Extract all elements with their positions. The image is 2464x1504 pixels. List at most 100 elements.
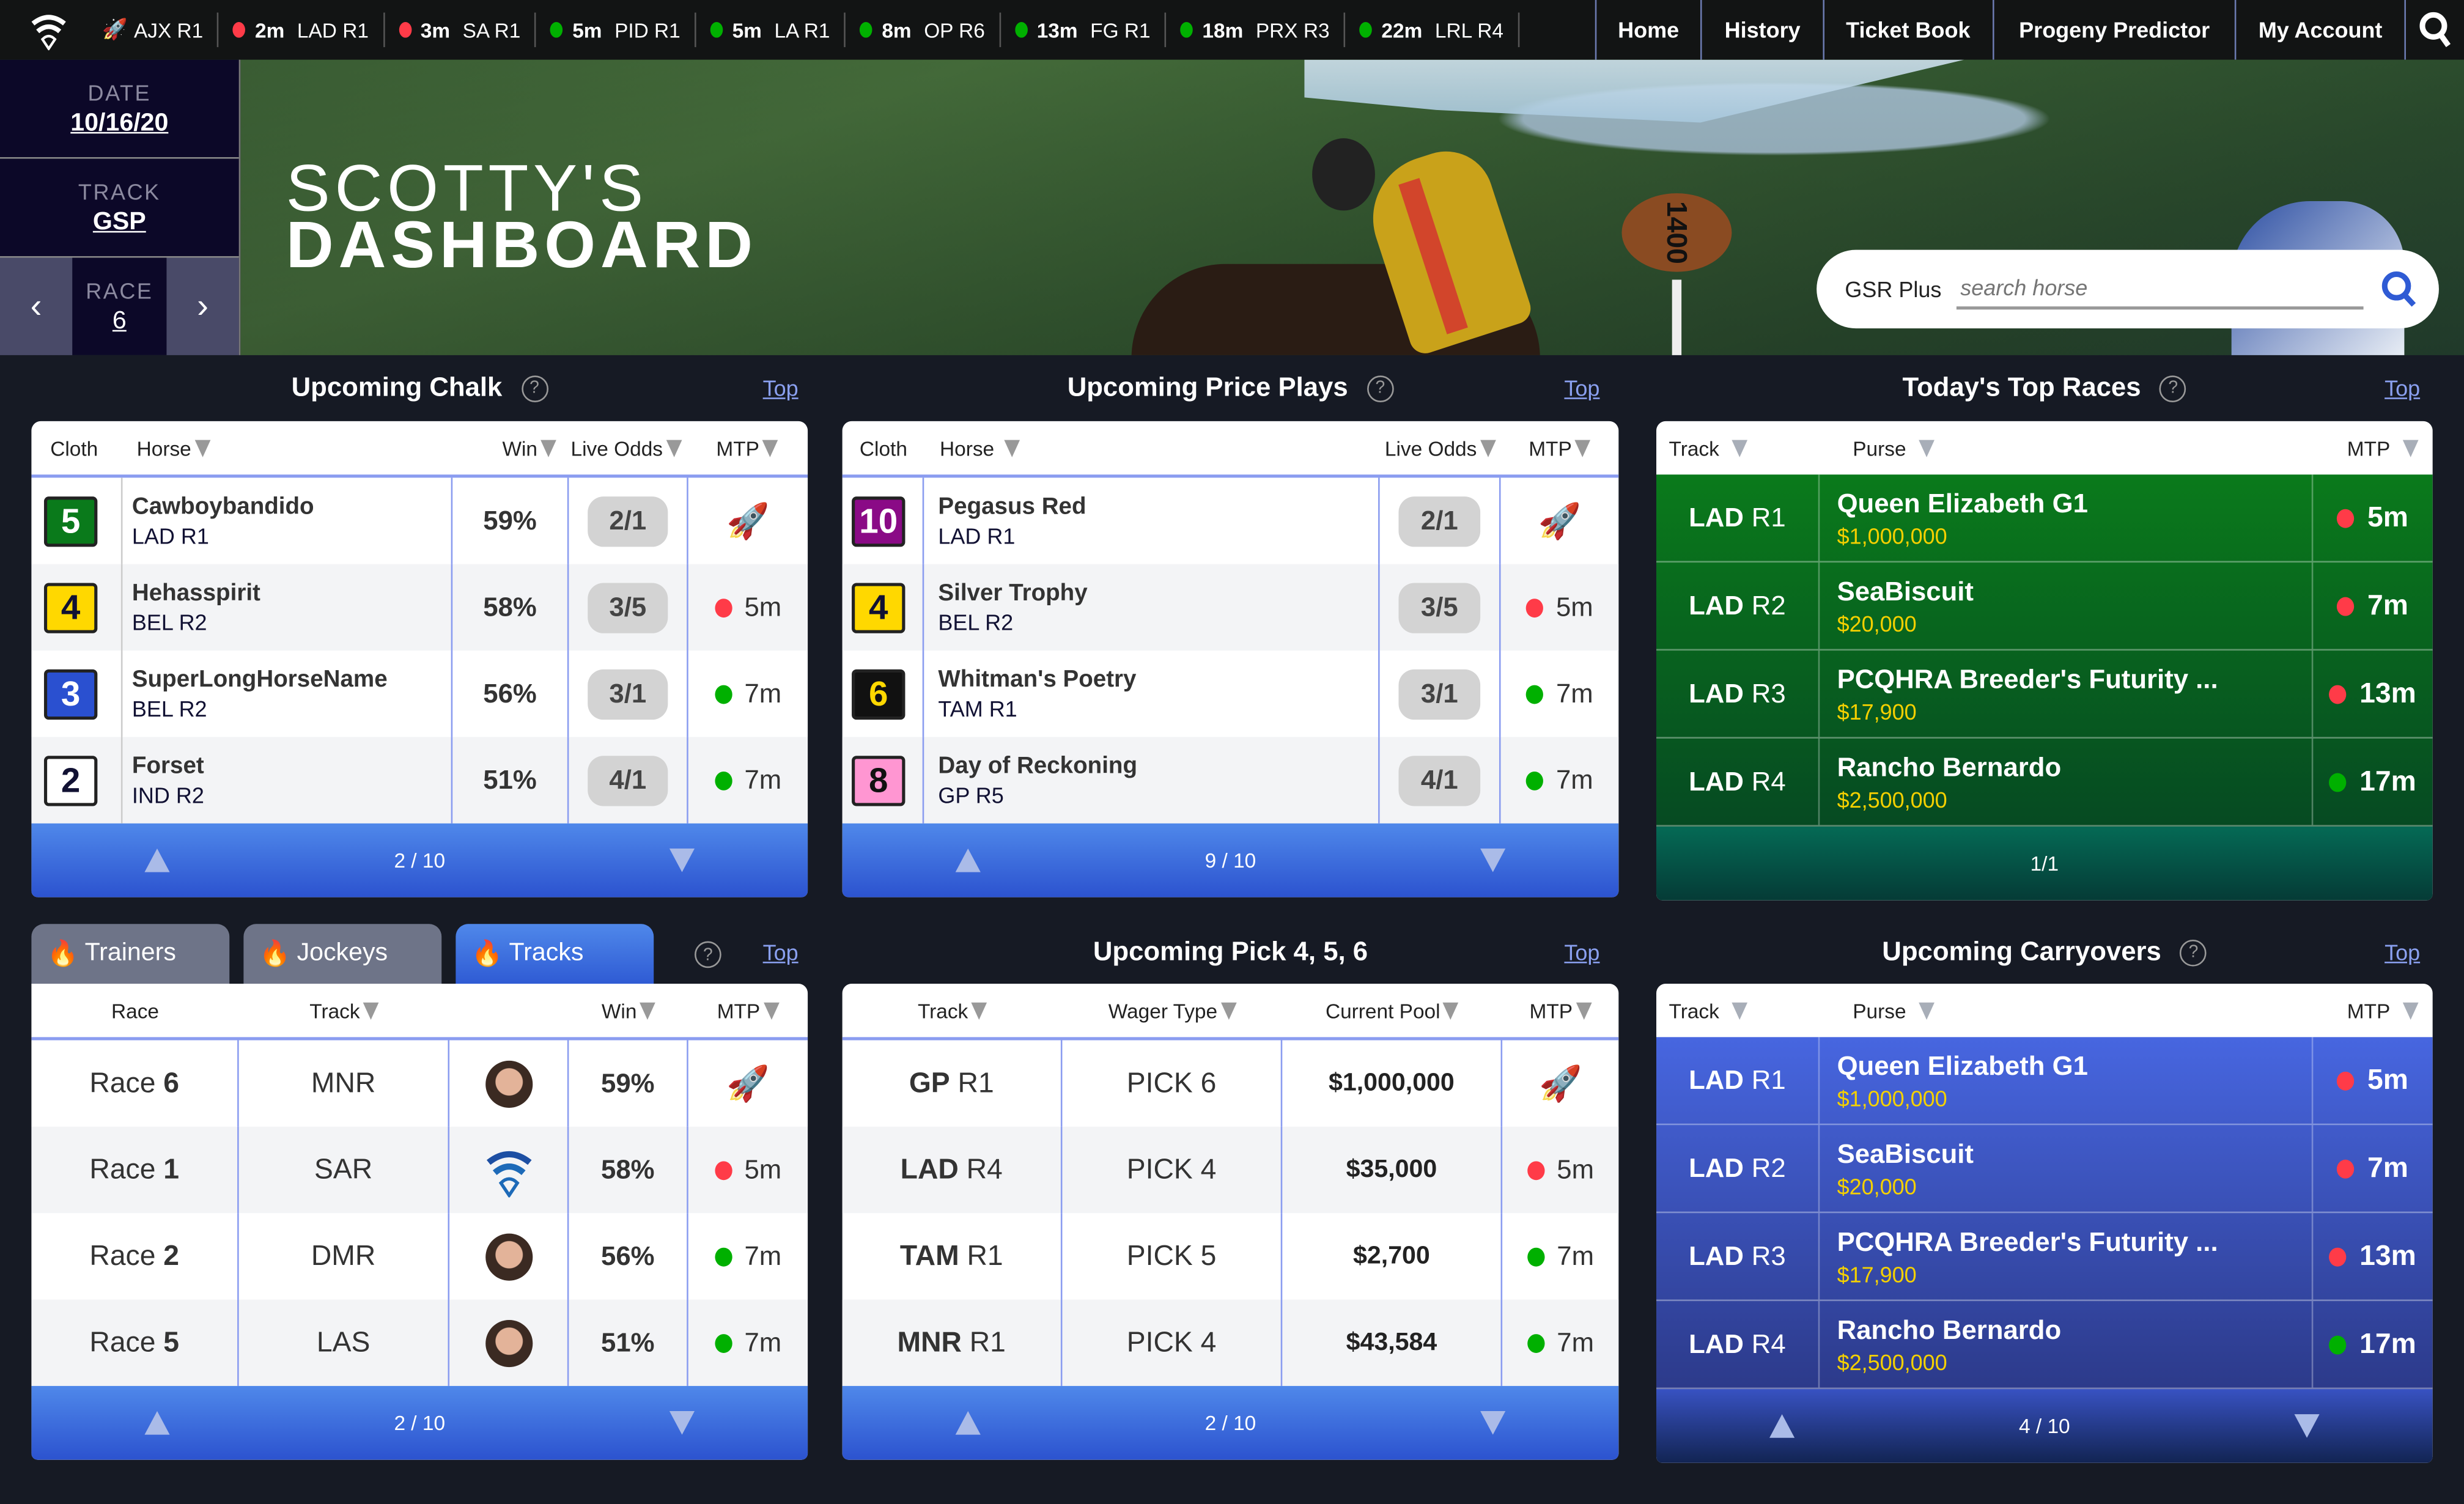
table-row[interactable]: 3 SuperLongHorseName BEL R2 56% 3/1 7m bbox=[31, 651, 808, 737]
col-cloth[interactable]: Cloth bbox=[31, 436, 122, 460]
col-mtp[interactable]: MTP bbox=[1502, 998, 1618, 1022]
col-track[interactable]: Track bbox=[1656, 998, 1853, 1022]
ticker-item[interactable]: 18m PRX R3 bbox=[1166, 12, 1346, 48]
race-row[interactable]: LAD R3 PCQHRA Breeder's Futurity ... $17,90… bbox=[1656, 651, 2433, 739]
col-track[interactable]: Track bbox=[843, 998, 1063, 1022]
page-up-button[interactable] bbox=[1768, 1414, 1795, 1438]
horse-name[interactable]: Pegasus Red bbox=[938, 493, 1086, 520]
col-purse[interactable]: Purse bbox=[1853, 436, 2324, 460]
race-row[interactable]: LAD R2 SeaBiscuit $20,000 7m bbox=[1656, 1125, 2433, 1214]
table-row[interactable]: Race 2 DMR 56% 7m bbox=[31, 1213, 808, 1300]
top-link[interactable]: Top bbox=[1564, 375, 1599, 400]
page-down-button[interactable] bbox=[1481, 1411, 1507, 1435]
race-row[interactable]: LAD R1 Queen Elizabeth G1 $1,000,000 5m bbox=[1656, 474, 2433, 563]
horse-name[interactable]: Day of Reckoning bbox=[938, 753, 1137, 780]
help-icon[interactable]: ? bbox=[695, 941, 721, 968]
col-live-odds[interactable]: Live Odds bbox=[1380, 436, 1501, 460]
trainer-avatar[interactable] bbox=[484, 1319, 533, 1366]
race-row[interactable]: LAD R4 Rancho Bernardo $2,500,000 17m bbox=[1656, 1301, 2433, 1390]
col-win[interactable]: Win bbox=[452, 436, 566, 460]
nav-my-account[interactable]: My Account bbox=[2235, 0, 2404, 60]
table-row[interactable]: Race 5 LAS 51% 7m bbox=[31, 1299, 808, 1386]
col-cloth[interactable]: Cloth bbox=[843, 436, 924, 460]
table-row[interactable]: 5 Cawboybandido LAD R1 59% 2/1 🚀 bbox=[31, 477, 808, 564]
col-live-odds[interactable]: Live Odds bbox=[566, 436, 687, 460]
horse-name[interactable]: Whitman's Poetry bbox=[938, 666, 1136, 693]
prev-race-button[interactable]: ‹ bbox=[0, 257, 73, 355]
table-row[interactable]: GP R1 PICK 6 $1,000,000 🚀 bbox=[843, 1040, 1619, 1127]
col-win[interactable]: Win bbox=[569, 998, 688, 1022]
help-icon[interactable]: ? bbox=[521, 374, 548, 402]
table-row[interactable]: 4 Hehasspirit BEL R2 58% 3/5 5m bbox=[31, 564, 808, 651]
next-race-button[interactable]: › bbox=[166, 257, 239, 355]
top-link[interactable]: Top bbox=[763, 375, 799, 400]
col-current-pool[interactable]: Current Pool bbox=[1282, 998, 1502, 1022]
race-row[interactable]: LAD R2 SeaBiscuit $20,000 7m bbox=[1656, 562, 2433, 651]
race-row[interactable]: LAD R4 Rancho Bernardo $2,500,000 17m bbox=[1656, 738, 2433, 827]
table-row[interactable]: TAM R1 PICK 5 $2,700 7m bbox=[843, 1213, 1619, 1300]
trainer-avatar[interactable] bbox=[484, 1060, 533, 1107]
tab-trainers[interactable]: 🔥 Trainers bbox=[31, 924, 230, 984]
horse-name[interactable]: Forset bbox=[132, 753, 204, 780]
ticker-item[interactable]: 5m LA R1 bbox=[696, 12, 846, 48]
tab-tracks[interactable]: 🔥 Tracks bbox=[456, 924, 654, 984]
top-link[interactable]: Top bbox=[2385, 375, 2420, 400]
page-up-button[interactable] bbox=[144, 848, 169, 872]
race-row[interactable]: LAD R3 PCQHRA Breeder's Futurity ... $17,90… bbox=[1656, 1213, 2433, 1302]
race-row[interactable]: LAD R1 Queen Elizabeth G1 $1,000,000 5m bbox=[1656, 1037, 2433, 1126]
date-value[interactable]: 10/16/20 bbox=[70, 109, 168, 138]
col-mtp[interactable]: MTP bbox=[2324, 436, 2419, 460]
table-row[interactable]: LAD R4 PICK 4 $35,000 5m bbox=[842, 1126, 1619, 1214]
race-value[interactable]: 6 bbox=[113, 307, 127, 335]
page-up-button[interactable] bbox=[954, 848, 980, 872]
table-row[interactable]: 6 Whitman's Poetry TAM R1 3/1 7m bbox=[843, 651, 1619, 737]
table-row[interactable]: 4 Silver Trophy BEL R2 3/5 5m bbox=[842, 564, 1619, 651]
top-link[interactable]: Top bbox=[763, 940, 799, 965]
nav-ticket-book[interactable]: Ticket Book bbox=[1822, 0, 1993, 60]
help-icon[interactable]: ? bbox=[1367, 374, 1394, 402]
top-link[interactable]: Top bbox=[1564, 940, 1599, 965]
ticker-item[interactable]: 13m FG R1 bbox=[1001, 12, 1167, 48]
help-icon[interactable]: ? bbox=[2160, 374, 2187, 402]
col-wager-type[interactable]: Wager Type bbox=[1062, 998, 1282, 1022]
col-horse[interactable]: Horse bbox=[122, 436, 452, 460]
tab-jockeys[interactable]: 🔥 Jockeys bbox=[243, 924, 442, 984]
nav-home[interactable]: Home bbox=[1594, 0, 1702, 60]
table-row[interactable]: Race 1 SAR 58% 5m bbox=[31, 1126, 808, 1214]
top-link[interactable]: Top bbox=[2385, 940, 2420, 965]
page-up-button[interactable] bbox=[144, 1411, 169, 1435]
col-mtp[interactable]: MTP bbox=[1501, 436, 1619, 460]
nav-progeny-predictor[interactable]: Progeny Predictor bbox=[1992, 0, 2235, 60]
horse-name[interactable]: Silver Trophy bbox=[938, 580, 1087, 606]
page-down-button[interactable] bbox=[669, 1411, 696, 1435]
ticker-item[interactable]: 5m PID R1 bbox=[536, 12, 696, 48]
col-track[interactable]: Track bbox=[239, 998, 449, 1022]
nav-search-button[interactable] bbox=[2404, 0, 2464, 60]
nav-history[interactable]: History bbox=[1701, 0, 1823, 60]
page-down-button[interactable] bbox=[1481, 848, 1507, 872]
track-value[interactable]: GSP bbox=[93, 208, 146, 237]
ticker-item[interactable]: 2m LAD R1 bbox=[219, 12, 385, 48]
col-race[interactable]: Race bbox=[31, 998, 238, 1022]
search-icon[interactable] bbox=[2380, 269, 2421, 310]
trainer-avatar[interactable] bbox=[484, 1233, 533, 1280]
table-row[interactable]: 2 Forset IND R2 51% 4/1 7m bbox=[31, 737, 808, 824]
page-down-button[interactable] bbox=[669, 848, 696, 872]
ticker-item[interactable]: 🚀 AJX R1 bbox=[88, 12, 219, 48]
col-mtp[interactable]: MTP bbox=[687, 436, 808, 460]
page-down-button[interactable] bbox=[2295, 1414, 2320, 1438]
ticker-item[interactable]: 8m OP R6 bbox=[846, 12, 1001, 48]
table-row[interactable]: 8 Day of Reckoning GP R5 4/1 7m bbox=[842, 737, 1619, 824]
horse-name[interactable]: Hehasspirit bbox=[132, 580, 260, 606]
page-up-button[interactable] bbox=[954, 1411, 980, 1435]
horse-name[interactable]: SuperLongHorseName bbox=[132, 666, 388, 693]
help-icon[interactable]: ? bbox=[2180, 938, 2207, 966]
search-horse-input[interactable] bbox=[1957, 268, 2364, 310]
col-track[interactable]: Track bbox=[1656, 436, 1853, 460]
table-row[interactable]: 10 Pegasus Red LAD R1 2/1 🚀 bbox=[843, 477, 1619, 564]
horse-name[interactable]: Cawboybandido bbox=[132, 493, 314, 520]
col-mtp[interactable]: MTP bbox=[2324, 998, 2419, 1022]
col-horse[interactable]: Horse bbox=[924, 436, 1379, 460]
col-mtp[interactable]: MTP bbox=[688, 998, 808, 1022]
table-row[interactable]: Race 6 MNR 59% 🚀 bbox=[31, 1040, 808, 1127]
